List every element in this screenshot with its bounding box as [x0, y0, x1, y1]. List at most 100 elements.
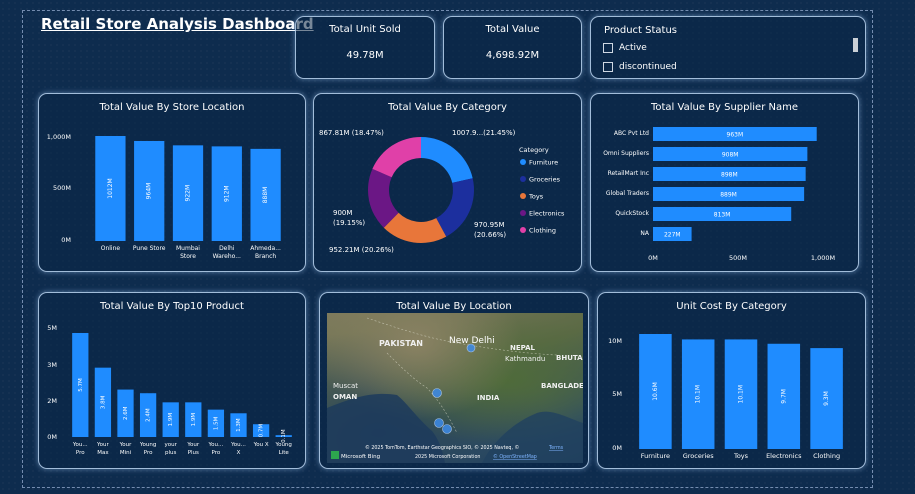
- slice-label: (19.15%): [333, 219, 365, 227]
- slice-label: 1007.9...(21.45%): [452, 129, 516, 137]
- slice-label: 970.95M: [474, 221, 505, 229]
- bing-label: Microsoft Bing: [341, 454, 380, 460]
- category-label: plus: [165, 450, 177, 456]
- product-bar-chart: 5M 3M 2M 0M 5.7M You... Pro 3.8M Your Max 2.6M Your…: [47, 324, 292, 456]
- chart-title: Total Value By Location: [396, 301, 512, 312]
- slice-label: (20.66%): [474, 231, 506, 239]
- slicer-scrollbar[interactable]: [853, 38, 858, 52]
- category-label: Store: [180, 253, 196, 260]
- legend-marker[interactable]: [520, 227, 526, 233]
- arabian-sea-shape: [327, 393, 445, 463]
- legend-label[interactable]: Toys: [528, 193, 544, 201]
- y-tick-label: 10M: [608, 337, 622, 345]
- data-label: 10.1M: [695, 385, 702, 404]
- slicer-title: Product Status: [604, 25, 678, 36]
- legend-marker[interactable]: [520, 210, 526, 216]
- openstreetmap-link[interactable]: © OpenStreetMap: [493, 453, 537, 460]
- legend-marker[interactable]: [520, 159, 526, 165]
- location-bubble-pune[interactable]: [442, 424, 452, 434]
- category-label: You X: [253, 442, 269, 448]
- category-label: Branch: [255, 253, 276, 260]
- location-bubble-mumbai[interactable]: [434, 418, 444, 428]
- slicer-option-active[interactable]: Active: [603, 43, 647, 53]
- category-label: Groceries: [683, 452, 715, 460]
- category-label: RetailMart Inc: [608, 170, 649, 177]
- map-overlay: PAKISTAN New Delhi NEPAL Kathmandu BHUTA…: [327, 317, 583, 463]
- category-label: Your: [119, 442, 132, 448]
- category-label: Mini: [120, 450, 132, 456]
- data-label: 1.9M: [168, 413, 174, 427]
- category-label: Electronics: [766, 452, 802, 460]
- x-tick-label: 1,000M: [811, 254, 835, 262]
- legend-label[interactable]: Electronics: [529, 210, 565, 218]
- legend-marker[interactable]: [520, 176, 526, 182]
- map-label-new-delhi: New Delhi: [449, 336, 495, 346]
- data-label: 227M: [664, 232, 681, 239]
- category-label: Pune Store: [133, 245, 166, 252]
- unitcost-chart-card[interactable]: Unit Cost By Category 10M 5M 0M 10.6M Furnit…: [597, 292, 866, 469]
- data-label: 5.7M: [78, 378, 84, 392]
- category-label: Your: [96, 442, 109, 448]
- supplier-chart-card[interactable]: Total Value By Supplier Name ABC Pvt Ltd…: [590, 93, 859, 272]
- bing-logo-icon: [331, 451, 339, 459]
- category-label: X: [237, 450, 241, 456]
- map-label-bhutan: BHUTA: [556, 354, 583, 362]
- legend-label[interactable]: Groceries: [529, 176, 561, 184]
- kpi-total-unit-sold[interactable]: Total Unit Sold 49.78M: [295, 16, 435, 79]
- category-label: You...: [230, 442, 246, 448]
- kpi-value: 4,698.92M: [485, 50, 540, 61]
- map-label-bangladesh: BANGLADE: [541, 382, 583, 390]
- data-label: 0.1M: [281, 429, 287, 443]
- checkbox[interactable]: [603, 43, 613, 53]
- map-label-nepal: NEPAL: [510, 344, 536, 352]
- category-label: Max: [97, 450, 109, 456]
- data-label: 963M: [727, 132, 744, 139]
- data-label: 908M: [722, 152, 739, 159]
- category-label: QuickStock: [615, 210, 649, 217]
- data-label: 10.6M: [652, 382, 659, 401]
- data-label: 898M: [721, 172, 738, 179]
- store-location-chart-card[interactable]: Total Value By Store Location 1,000M 500M…: [38, 93, 306, 272]
- data-label: 1.3M: [236, 418, 242, 432]
- slicer-option-discontinued[interactable]: discontinued: [603, 62, 677, 72]
- x-tick-label: 0M: [648, 254, 658, 262]
- slicer-option-label: discontinued: [619, 62, 677, 72]
- donut-slice[interactable]: [372, 137, 421, 178]
- product-chart-card[interactable]: Total Value By Top10 Product 5M 3M 2M 0M 5.7…: [38, 292, 306, 469]
- category-label: Ahmeda...: [250, 245, 281, 252]
- category-label: Your: [186, 442, 199, 448]
- donut-slice[interactable]: [436, 178, 474, 237]
- legend-title: Category: [519, 146, 549, 154]
- product-status-slicer: Product Status Active discontinued: [590, 16, 866, 79]
- location-map-card[interactable]: Total Value By Location PAKISTAN New Del…: [319, 292, 589, 469]
- y-tick-label: 500M: [53, 184, 71, 192]
- data-label: 0.7M: [259, 424, 265, 438]
- data-label: 912M: [223, 185, 230, 202]
- category-chart-card[interactable]: Total Value By Category 1007.9...(21.45%…: [313, 93, 582, 272]
- category-label: Plus: [188, 450, 199, 456]
- y-tick-label: 5M: [47, 324, 57, 332]
- category-donut-chart: 1007.9...(21.45%) 970.95M (20.66%) 952.21M …: [319, 129, 565, 254]
- donut-slice[interactable]: [421, 137, 473, 183]
- y-tick-label: 2M: [47, 397, 57, 405]
- category-label: Pro: [144, 450, 153, 456]
- checkbox[interactable]: [603, 62, 613, 72]
- legend-label[interactable]: Clothing: [529, 227, 556, 235]
- terms-link[interactable]: Terms: [548, 445, 564, 451]
- category-label: NA: [640, 230, 649, 237]
- y-tick-label: 0M: [47, 433, 57, 441]
- dashboard-title: Retail Store Analysis Dashboard: [41, 15, 314, 33]
- kpi-label: Total Unit Sold: [329, 24, 401, 35]
- data-label: 10.1M: [738, 385, 745, 404]
- kpi-total-value[interactable]: Total Value 4,698.92M: [443, 16, 582, 79]
- category-label: Omni Suppliers: [603, 150, 649, 157]
- y-tick-label: 0M: [61, 236, 71, 244]
- legend-label[interactable]: Furniture: [529, 159, 558, 167]
- map-label-oman: OMAN: [333, 393, 357, 401]
- legend-marker[interactable]: [520, 193, 526, 199]
- store-location-chart: 1,000M 500M 0M 1012M Online 964M Pune Store 922…: [47, 133, 281, 260]
- slice-label: 952.21M (20.26%): [329, 246, 394, 254]
- location-map[interactable]: PAKISTAN New Delhi NEPAL Kathmandu BHUTA…: [327, 313, 583, 463]
- location-bubble-ahmedabad[interactable]: [432, 388, 442, 398]
- data-label: 2.4M: [146, 408, 152, 422]
